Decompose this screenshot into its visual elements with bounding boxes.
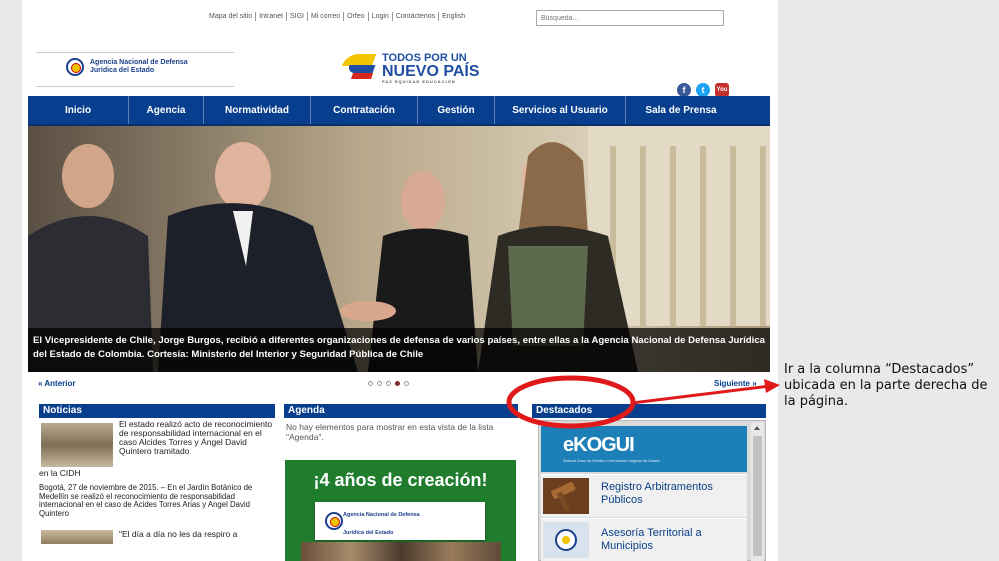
nav-item-gestion[interactable]: Gestión [418, 96, 495, 124]
destacado-label-line2: Públicos [601, 494, 643, 506]
webpage: Mapa del sitio Intranet SIGI Mi correo O… [22, 0, 778, 561]
nav-item-servicios[interactable]: Servicios al Usuario [495, 96, 626, 124]
slider-dot-active[interactable] [395, 381, 400, 386]
header-divider-bottom [36, 86, 234, 87]
noticias-header: Noticias [39, 404, 275, 418]
slider-dot[interactable] [386, 381, 391, 386]
utility-links: Mapa del sitio Intranet SIGI Mi correo O… [206, 12, 468, 21]
agenda-empty-text: No hay elementos para mostrar en esta vi… [286, 422, 494, 442]
link-orfeo[interactable]: Orfeo [344, 12, 369, 21]
nav-item-inicio[interactable]: Inicio [28, 96, 129, 124]
ekogui-banner[interactable]: eKOGUI Sistema Único de Gestión e Inform… [541, 426, 747, 472]
link-intranet[interactable]: Intranet [256, 12, 287, 21]
main-nav: Inicio Agencia Normatividad Contratación… [28, 96, 770, 126]
news-item-title-cont[interactable]: en la CIDH [39, 469, 275, 478]
slider-prev-label: Anterior [44, 379, 76, 388]
banner-photos [301, 542, 501, 561]
noticias-list: El estado realizó acto de reconocimiento… [39, 420, 275, 544]
ekogui-subtitle: Sistema Único de Gestión e Información L… [563, 459, 660, 463]
hero-caption: El Vicepresidente de Chile, Jorge Burgos… [28, 328, 770, 372]
destacado-asesoria-territorial[interactable]: Asesoría Territorial a Municipios [541, 518, 747, 561]
gavel-icon [543, 478, 589, 514]
agency-logo[interactable]: Agencia Nacional de Defensa Jurídica del… [66, 58, 188, 76]
scroll-up-icon[interactable] [754, 426, 760, 430]
government-logo: TODOS POR UN NUEVO PAÍS PAZ EQUIDAD EDUC… [341, 50, 480, 84]
twitter-icon[interactable]: t [696, 83, 710, 97]
scrollbar-thumb[interactable] [753, 436, 762, 556]
facebook-icon[interactable]: f [677, 83, 691, 97]
header-divider-top [36, 52, 234, 53]
link-contact[interactable]: Contáctenos [393, 12, 440, 21]
link-mail[interactable]: Mi correo [308, 12, 345, 21]
nav-item-contratacion[interactable]: Contratación [311, 96, 418, 124]
destacados-header: Destacados [532, 404, 766, 418]
youtube-icon[interactable]: You [715, 83, 729, 97]
agenda-header: Agenda [284, 404, 518, 418]
search-input[interactable] [536, 10, 724, 26]
municipality-seal-icon [543, 522, 589, 558]
link-sigi[interactable]: SIGI [287, 12, 308, 21]
destacado-label-line1: Asesoría Territorial a [601, 527, 702, 539]
agency-name-line2: Jurídica del Estado [90, 67, 155, 74]
slider-dot[interactable] [377, 381, 382, 386]
nav-item-normatividad[interactable]: Normatividad [204, 96, 311, 124]
banner-card-line1: Agencia Nacional de Defensa [343, 512, 420, 518]
ekogui-logo: eKOGUI [563, 434, 635, 456]
banner-title: ¡4 años de creación! [313, 470, 488, 490]
destacado-registro-arbitramentos[interactable]: Registro Arbitramentos Públicos [541, 474, 747, 517]
destacados-scrollbar[interactable] [751, 422, 764, 561]
seal-icon [325, 512, 343, 530]
chevron-left-icon: « [38, 379, 43, 388]
nav-item-sala-prensa[interactable]: Sala de Prensa [626, 96, 736, 124]
destacado-label-line1: Registro Arbitramentos [601, 481, 713, 493]
slider-prev-button[interactable]: « Anterior [38, 379, 76, 388]
agency-name-line1: Agencia Nacional de Defensa [90, 59, 188, 66]
link-sitemap[interactable]: Mapa del sitio [206, 12, 257, 21]
link-login[interactable]: Login [369, 12, 393, 21]
slider-next-button[interactable]: Siguiente » [714, 379, 757, 388]
annotation-text: Ir a la columna “Destacados” ubicada en … [784, 362, 988, 409]
slider-next-label: Siguiente [714, 379, 751, 388]
chevron-right-icon: » [752, 379, 757, 388]
anniversary-banner[interactable]: ¡4 años de creación! Agencia Nacional de… [285, 460, 516, 561]
slider-dot[interactable] [368, 381, 373, 386]
seal-icon [66, 58, 84, 76]
hero-slider[interactable]: El Vicepresidente de Chile, Jorge Burgos… [28, 126, 770, 372]
news-item-body: Bogotá, 27 de noviembre de 2015. – En el… [39, 483, 253, 518]
news-thumbnail[interactable] [41, 530, 113, 544]
nav-item-agencia[interactable]: Agencia [129, 96, 204, 124]
slider-dots [368, 381, 409, 386]
gov-slogan-line2: NUEVO PAÍS [382, 62, 480, 80]
social-links: f t You [677, 83, 729, 97]
banner-card: Agencia Nacional de Defensa Jurídica del… [315, 502, 485, 540]
news-thumbnail[interactable] [41, 423, 113, 467]
destacado-label-line2: Municipios [601, 540, 653, 552]
slider-dot[interactable] [404, 381, 409, 386]
banner-card-line2: Jurídica del Estado [343, 530, 394, 536]
link-english[interactable]: English [439, 12, 468, 21]
government-logo-mark-icon [341, 50, 378, 84]
